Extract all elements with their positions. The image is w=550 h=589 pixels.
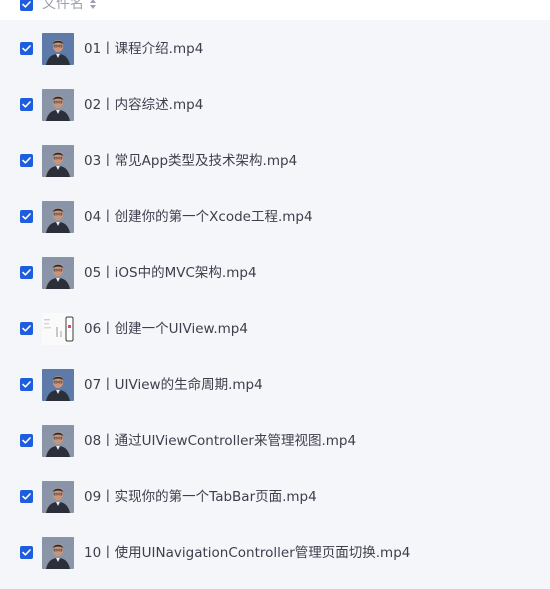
video-thumbnail[interactable] (42, 257, 74, 289)
checkmark-icon (22, 157, 31, 164)
filename-column-header[interactable]: 文件名 (42, 0, 84, 12)
video-thumbnail[interactable] (42, 313, 74, 345)
file-name[interactable]: 08丨通过UIViewController来管理视图.mp4 (84, 432, 356, 450)
file-row[interactable]: 06丨创建一个UIView.mp4 (0, 300, 550, 356)
video-thumbnail[interactable] (42, 425, 74, 457)
file-checkbox[interactable] (20, 210, 33, 223)
video-thumbnail[interactable] (42, 201, 74, 233)
file-name[interactable]: 05丨iOS中的MVC架构.mp4 (84, 264, 257, 282)
file-list: 01丨课程介绍.mp4 02丨内容综述.mp4 03丨常见App类型及技术架构.mp… (0, 20, 550, 589)
file-list-header: 文件名 (0, 0, 550, 20)
file-row[interactable]: 09丨实现你的第一个TabBar页面.mp4 (0, 468, 550, 524)
file-checkbox[interactable] (20, 490, 33, 503)
file-checkbox[interactable] (20, 546, 33, 559)
video-thumbnail[interactable] (42, 89, 74, 121)
file-checkbox[interactable] (20, 266, 33, 279)
file-name[interactable]: 10丨使用UINavigationController管理页面切换.mp4 (84, 544, 410, 562)
video-thumbnail[interactable] (42, 145, 74, 177)
video-thumbnail[interactable] (42, 33, 74, 65)
file-checkbox[interactable] (20, 378, 33, 391)
file-name[interactable]: 03丨常见App类型及技术架构.mp4 (84, 152, 297, 170)
file-row[interactable]: 05丨iOS中的MVC架构.mp4 (0, 244, 550, 300)
video-thumbnail[interactable] (42, 481, 74, 513)
file-checkbox[interactable] (20, 154, 33, 167)
file-row[interactable]: 04丨创建你的第一个Xcode工程.mp4 (0, 188, 550, 244)
file-checkbox[interactable] (20, 322, 33, 335)
file-row[interactable]: 02丨内容综述.mp4 (0, 76, 550, 132)
checkmark-icon (22, 269, 31, 276)
checkmark-icon (22, 101, 31, 108)
file-name[interactable]: 07丨UIView的生命周期.mp4 (84, 376, 263, 394)
checkmark-icon (22, 493, 31, 500)
select-all-checkbox[interactable] (20, 0, 33, 11)
file-row[interactable]: 01丨课程介绍.mp4 (0, 20, 550, 76)
file-name[interactable]: 09丨实现你的第一个TabBar页面.mp4 (84, 488, 317, 506)
file-row[interactable]: 08丨通过UIViewController来管理视图.mp4 (0, 412, 550, 468)
checkmark-icon (22, 45, 31, 52)
file-name[interactable]: 02丨内容综述.mp4 (84, 96, 203, 114)
checkmark-icon (22, 549, 31, 556)
sort-icon[interactable] (89, 0, 97, 11)
file-checkbox[interactable] (20, 434, 33, 447)
checkmark-icon (22, 213, 31, 220)
checkmark-icon (22, 325, 31, 332)
file-checkbox[interactable] (20, 98, 33, 111)
file-name[interactable]: 01丨课程介绍.mp4 (84, 40, 203, 58)
file-checkbox[interactable] (20, 42, 33, 55)
checkmark-icon (22, 1, 31, 8)
file-row[interactable]: 03丨常见App类型及技术架构.mp4 (0, 132, 550, 188)
file-name[interactable]: 04丨创建你的第一个Xcode工程.mp4 (84, 208, 313, 226)
video-thumbnail[interactable] (42, 369, 74, 401)
checkmark-icon (22, 437, 31, 444)
file-name[interactable]: 06丨创建一个UIView.mp4 (84, 320, 248, 338)
file-list-page: 文件名 01丨课程介绍.mp4 02丨内容综述.mp4 03丨常见App类型及技术架… (0, 0, 550, 589)
file-row[interactable]: 07丨UIView的生命周期.mp4 (0, 356, 550, 412)
checkmark-icon (22, 381, 31, 388)
video-thumbnail[interactable] (42, 537, 74, 569)
file-row[interactable]: 10丨使用UINavigationController管理页面切换.mp4 (0, 524, 550, 580)
